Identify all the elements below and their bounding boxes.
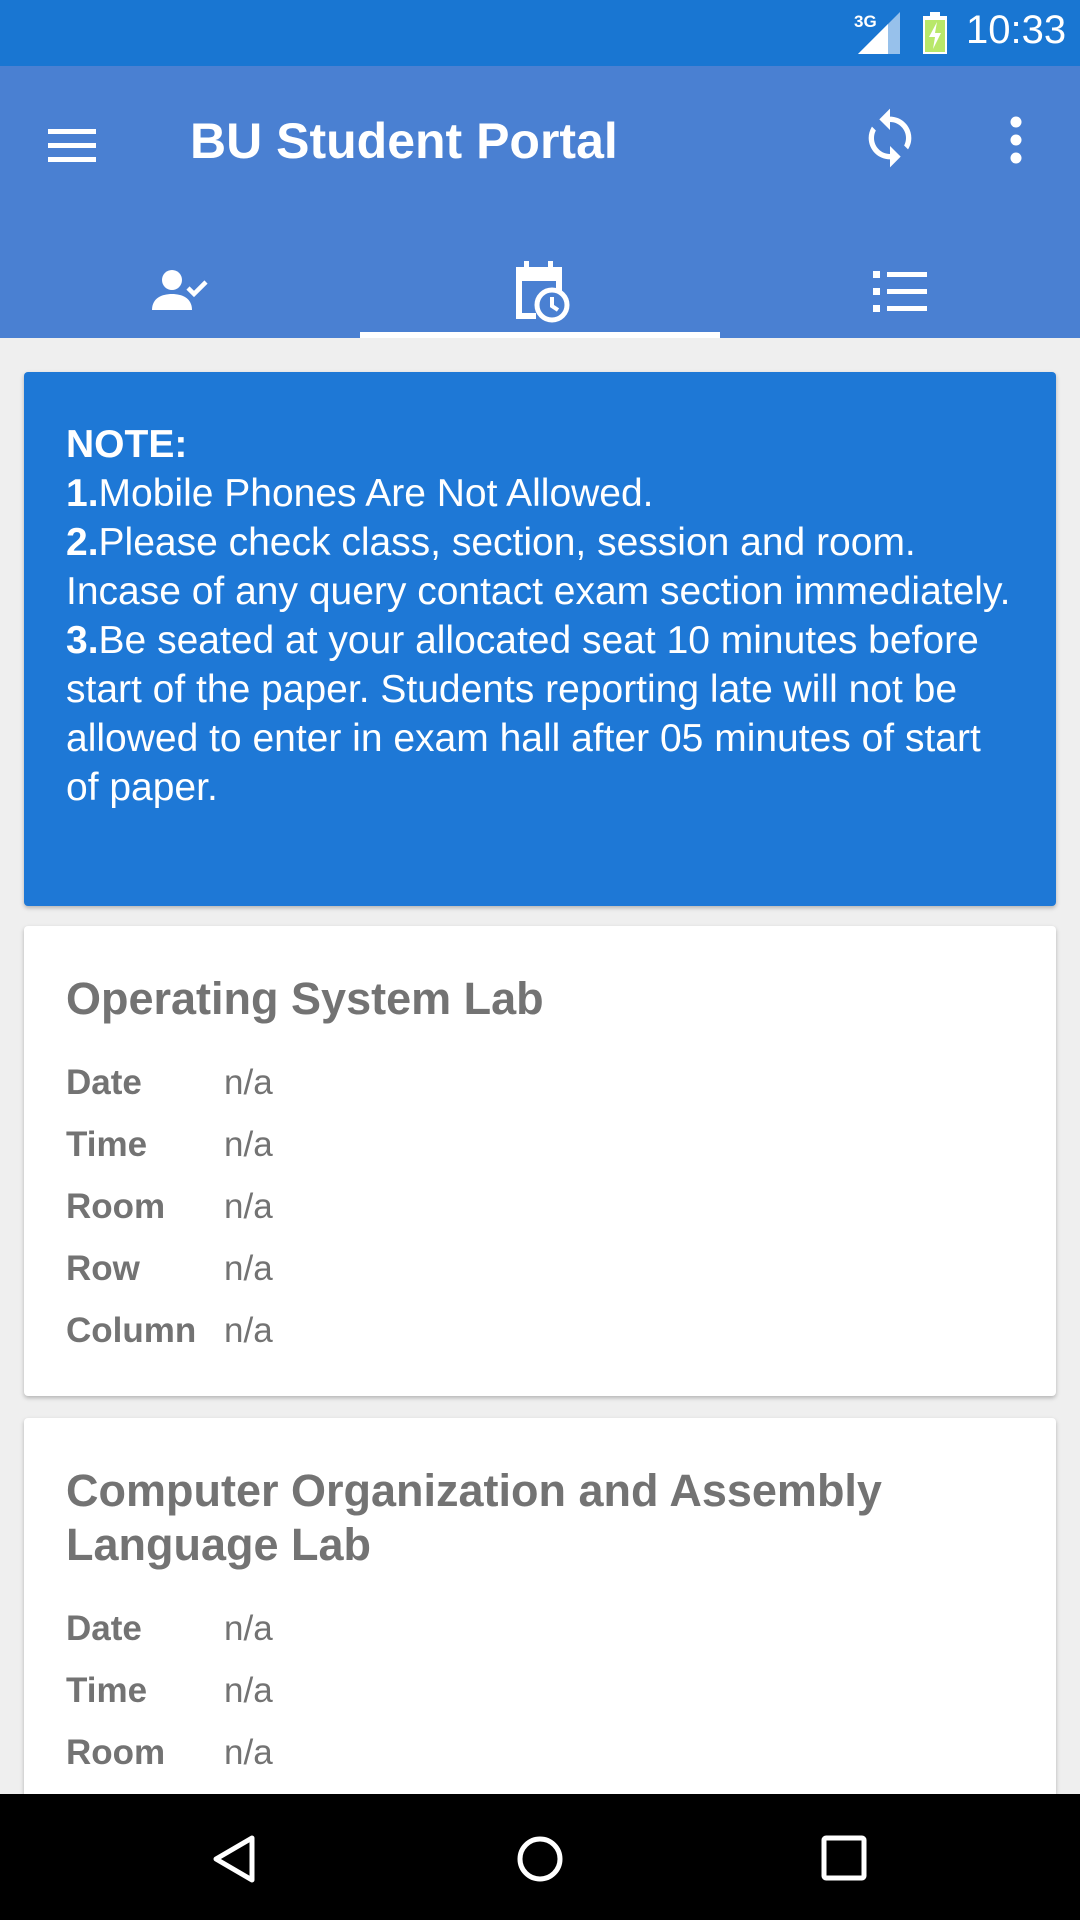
exam-field-row: Date n/a: [66, 1598, 1014, 1660]
battery-charging-icon: [923, 12, 947, 54]
back-icon[interactable]: [210, 1834, 260, 1884]
network-type-label: 3G: [854, 12, 877, 31]
tab-attendance[interactable]: [0, 246, 360, 338]
field-label: Column: [66, 1311, 197, 1350]
note-item-text: Be seated at your allocated seat 10 minu…: [66, 619, 981, 809]
exam-title: Operating System Lab: [66, 973, 544, 1024]
clock: 10:33: [966, 8, 1067, 52]
system-nav-bar: [0, 1794, 1080, 1920]
note-item: 1.Mobile Phones Are Not Allowed.: [66, 469, 1014, 518]
exam-field-row: Room n/a: [66, 1722, 1014, 1784]
field-value: n/a: [224, 1733, 273, 1772]
refresh-icon[interactable]: [858, 106, 922, 170]
status-bar: 3G 10:33: [0, 0, 1080, 66]
field-label: Room: [66, 1187, 166, 1226]
menu-icon[interactable]: [42, 116, 102, 176]
field-label: Row: [66, 1249, 140, 1288]
tab-indicator: [360, 332, 720, 338]
tab-datesheet[interactable]: [360, 246, 720, 338]
note-item: 2.Please check class, section, session a…: [66, 518, 1014, 616]
field-value: n/a: [224, 1671, 273, 1710]
field-value: n/a: [224, 1125, 273, 1164]
field-label: Time: [66, 1125, 148, 1164]
home-icon[interactable]: [515, 1834, 565, 1884]
person-check-icon: [152, 270, 208, 310]
note-card: NOTE: 1.Mobile Phones Are Not Allowed. 2…: [24, 372, 1056, 906]
note-item: 3.Be seated at your allocated seat 10 mi…: [66, 616, 1014, 812]
field-value: n/a: [224, 1249, 273, 1288]
exam-field-row: Date n/a: [66, 1052, 1014, 1114]
note-item-number: 1.: [66, 472, 99, 515]
calendar-clock-icon: [516, 261, 570, 323]
list-icon: [873, 271, 927, 312]
exam-card[interactable]: Computer Organization and Assembly Langu…: [24, 1418, 1056, 1838]
field-value: n/a: [224, 1311, 273, 1350]
field-label: Date: [66, 1609, 142, 1648]
exam-field-row: Time n/a: [66, 1114, 1014, 1176]
exam-card[interactable]: Operating System Lab Date n/a Time n/a Roo…: [24, 926, 1056, 1396]
note-item-text: Mobile Phones Are Not Allowed.: [98, 472, 654, 515]
field-value: n/a: [224, 1063, 273, 1102]
app-bar: BU Student Portal: [0, 66, 1080, 338]
field-label: Date: [66, 1063, 142, 1102]
field-value: n/a: [224, 1187, 273, 1226]
field-value: n/a: [224, 1609, 273, 1648]
note-item-number: 2.: [66, 521, 99, 564]
exam-field-row: Room n/a: [66, 1176, 1014, 1238]
exam-title: Computer Organization and Assembly Langu…: [66, 1465, 882, 1570]
app-title: BU Student Portal: [190, 113, 618, 169]
field-label: Time: [66, 1671, 148, 1710]
more-vert-icon[interactable]: [996, 110, 1036, 170]
exam-field-row: Column n/a: [66, 1300, 1014, 1362]
tab-list[interactable]: [720, 246, 1080, 338]
recents-icon[interactable]: [820, 1834, 868, 1882]
exam-field-row: Row n/a: [66, 1238, 1014, 1300]
note-item-text: Please check class, section, session and…: [66, 521, 1011, 613]
exam-field-row: Time n/a: [66, 1660, 1014, 1722]
note-item-number: 3.: [66, 619, 99, 662]
field-label: Room: [66, 1733, 166, 1772]
note-heading: NOTE:: [66, 423, 188, 466]
